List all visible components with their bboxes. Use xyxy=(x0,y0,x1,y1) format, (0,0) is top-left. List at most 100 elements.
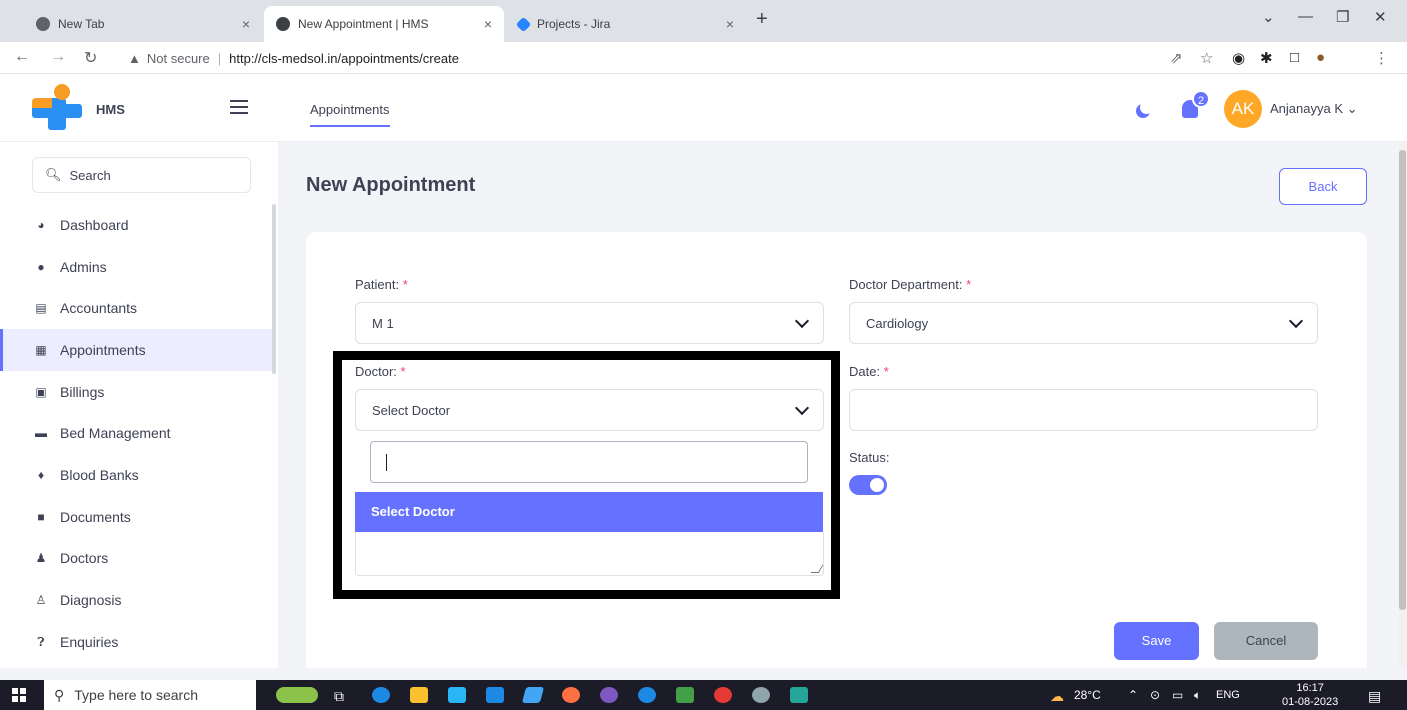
extension-icon[interactable]: ◉ xyxy=(1232,49,1245,67)
browser-tab-jira[interactable]: Projects - Jira × xyxy=(506,6,746,42)
globe-icon xyxy=(276,17,290,31)
sidebar-item-diagnosis[interactable]: ♙ Diagnosis xyxy=(0,579,272,621)
cancel-button[interactable]: Cancel xyxy=(1214,622,1318,660)
sidebar-item-doctors[interactable]: ♟ Doctors xyxy=(0,537,272,579)
patient-select[interactable]: M 1 xyxy=(355,302,824,344)
user-menu[interactable]: Anjanayya K ⌄ xyxy=(1270,101,1358,117)
notepad-icon[interactable] xyxy=(521,687,545,703)
hamburger-menu-icon[interactable] xyxy=(230,100,248,114)
side-panel-icon[interactable]: □ xyxy=(1290,49,1299,66)
restore-icon[interactable]: ❐ xyxy=(1336,8,1349,26)
jira-icon xyxy=(515,16,532,32)
file-icon: ▤ xyxy=(35,301,47,315)
sidebar-search-input[interactable]: 🔍︎ Search xyxy=(32,157,251,193)
status-toggle[interactable] xyxy=(849,475,887,495)
avatar[interactable]: AK xyxy=(1224,90,1262,128)
required-mark: * xyxy=(966,277,972,292)
chevron-down-icon: ⌄ xyxy=(1346,101,1358,116)
tab-title: New Tab xyxy=(58,17,105,31)
search-icon: ⚲ xyxy=(54,686,65,703)
sidebar-item-billings[interactable]: ▣ Billings xyxy=(0,371,272,413)
page-scrollbar[interactable] xyxy=(1398,142,1407,668)
label-text: Doctor Department: xyxy=(849,277,963,292)
address-bar-row: ← → ↻ ▲ Not secure | http://cls-medsol.i… xyxy=(0,42,1407,74)
sidebar-item-label: Documents xyxy=(60,509,131,525)
pie-chart-icon: ◕ xyxy=(37,218,45,232)
bookmark-star-icon[interactable]: ☆ xyxy=(1200,49,1213,67)
dropdown-results-area[interactable] xyxy=(355,532,824,576)
logo-dot xyxy=(54,84,70,100)
address-bar[interactable]: ▲ Not secure | http://cls-medsol.in/appo… xyxy=(114,45,1154,71)
sidebar-item-label: Diagnosis xyxy=(60,592,122,608)
language-indicator[interactable]: ENG xyxy=(1216,689,1240,701)
reload-icon[interactable]: ↻ xyxy=(84,48,97,68)
windows-start-icon[interactable] xyxy=(12,688,26,702)
firefox-icon[interactable] xyxy=(562,687,580,703)
network-icon[interactable]: ⊙ xyxy=(1150,688,1160,702)
save-button[interactable]: Save xyxy=(1114,622,1199,660)
profile-icon[interactable]: ● xyxy=(1316,49,1325,66)
logo-pane xyxy=(12,696,18,702)
date-input[interactable] xyxy=(849,389,1318,431)
browser-tab-new-tab[interactable]: New Tab × xyxy=(24,6,262,42)
scrollbar-thumb[interactable] xyxy=(1399,150,1406,610)
sidebar-item-bed-management[interactable]: ▬ Bed Management xyxy=(0,412,272,454)
excel-icon[interactable] xyxy=(676,687,694,703)
battery-icon[interactable]: ▭ xyxy=(1172,688,1183,702)
hms-logo[interactable] xyxy=(32,84,82,130)
tray-overflow-icon[interactable]: ⌃ xyxy=(1128,688,1138,702)
sidebar-item-enquiries[interactable]: ❓︎ Enquiries xyxy=(0,621,272,663)
puzzle-icon[interactable]: ✱ xyxy=(1260,49,1273,67)
sidebar-item-appointments[interactable]: ▦ Appointments xyxy=(0,329,272,371)
store-icon[interactable] xyxy=(448,687,466,703)
browser-tab-new-appointment[interactable]: New Appointment | HMS × xyxy=(264,6,504,42)
dark-mode-moon-icon[interactable] xyxy=(1136,101,1153,118)
taskbar-search-input[interactable]: ⚲ Type here to search xyxy=(44,680,256,710)
skype-icon[interactable] xyxy=(638,687,656,703)
sidebar-item-blood-banks[interactable]: ♦ Blood Banks xyxy=(0,454,272,496)
back-button[interactable]: Back xyxy=(1279,168,1367,205)
close-tab-icon[interactable]: × xyxy=(726,16,734,32)
app-header: HMS Appointments 2 AK Anjanayya K ⌄ xyxy=(0,74,1407,142)
eclipse-icon[interactable] xyxy=(600,687,618,703)
resize-handle-icon[interactable] xyxy=(810,565,824,573)
notification-center-icon[interactable]: ▤ xyxy=(1368,688,1381,705)
sidebar-item-admins[interactable]: ● Admins xyxy=(0,246,272,288)
close-tab-icon[interactable]: × xyxy=(242,16,250,32)
department-value: Cardiology xyxy=(866,315,929,331)
sidebar-scrollbar[interactable] xyxy=(272,204,276,374)
forward-arrow-icon[interactable]: → xyxy=(50,48,66,66)
sidebar-item-label: Billings xyxy=(60,384,105,400)
mail-icon[interactable] xyxy=(486,687,504,703)
doctor-option-select-doctor[interactable]: Select Doctor xyxy=(355,492,823,532)
divider: | xyxy=(217,50,222,66)
sidebar-item-documents[interactable]: ■ Documents xyxy=(0,496,272,538)
top-nav-appointments[interactable]: Appointments xyxy=(310,102,390,127)
department-select[interactable]: Cardiology xyxy=(849,302,1318,344)
sidebar-item-accountants[interactable]: ▤ Accountants xyxy=(0,287,272,329)
url-text: http://cls-medsol.in/appointments/create xyxy=(229,50,459,66)
patient-value: M 1 xyxy=(372,315,394,331)
doctor-select[interactable]: Select Doctor xyxy=(355,389,824,431)
sidebar-item-dashboard[interactable]: ◕ Dashboard xyxy=(0,204,272,246)
doctor-search-input[interactable] xyxy=(370,441,808,483)
menu-kebab-icon[interactable]: ⋮ xyxy=(1374,49,1389,67)
back-arrow-icon[interactable]: ← xyxy=(14,48,30,66)
close-tab-icon[interactable]: × xyxy=(484,16,492,32)
weather-icon[interactable]: ☁ xyxy=(1050,688,1064,705)
chrome-icon[interactable] xyxy=(714,687,732,703)
edge-icon[interactable] xyxy=(372,687,390,703)
tab-search-icon[interactable]: ⌄ xyxy=(1262,8,1275,26)
paint-icon[interactable] xyxy=(752,687,770,703)
minimize-icon[interactable]: — xyxy=(1298,8,1313,25)
volume-icon[interactable]: 🔈︎ xyxy=(1194,688,1201,703)
taskbar-clock[interactable]: 16:17 01-08-2023 xyxy=(1282,681,1338,709)
new-tab-button[interactable]: + xyxy=(756,8,768,31)
file-explorer-icon[interactable] xyxy=(410,687,428,703)
news-widget-icon[interactable] xyxy=(276,687,318,703)
task-view-icon[interactable]: ⧉ xyxy=(334,688,344,705)
window-close-icon[interactable]: ✕ xyxy=(1374,8,1387,26)
share-icon[interactable]: ⇗ xyxy=(1170,49,1183,67)
photos-icon[interactable] xyxy=(790,687,808,703)
required-mark: * xyxy=(402,277,408,292)
